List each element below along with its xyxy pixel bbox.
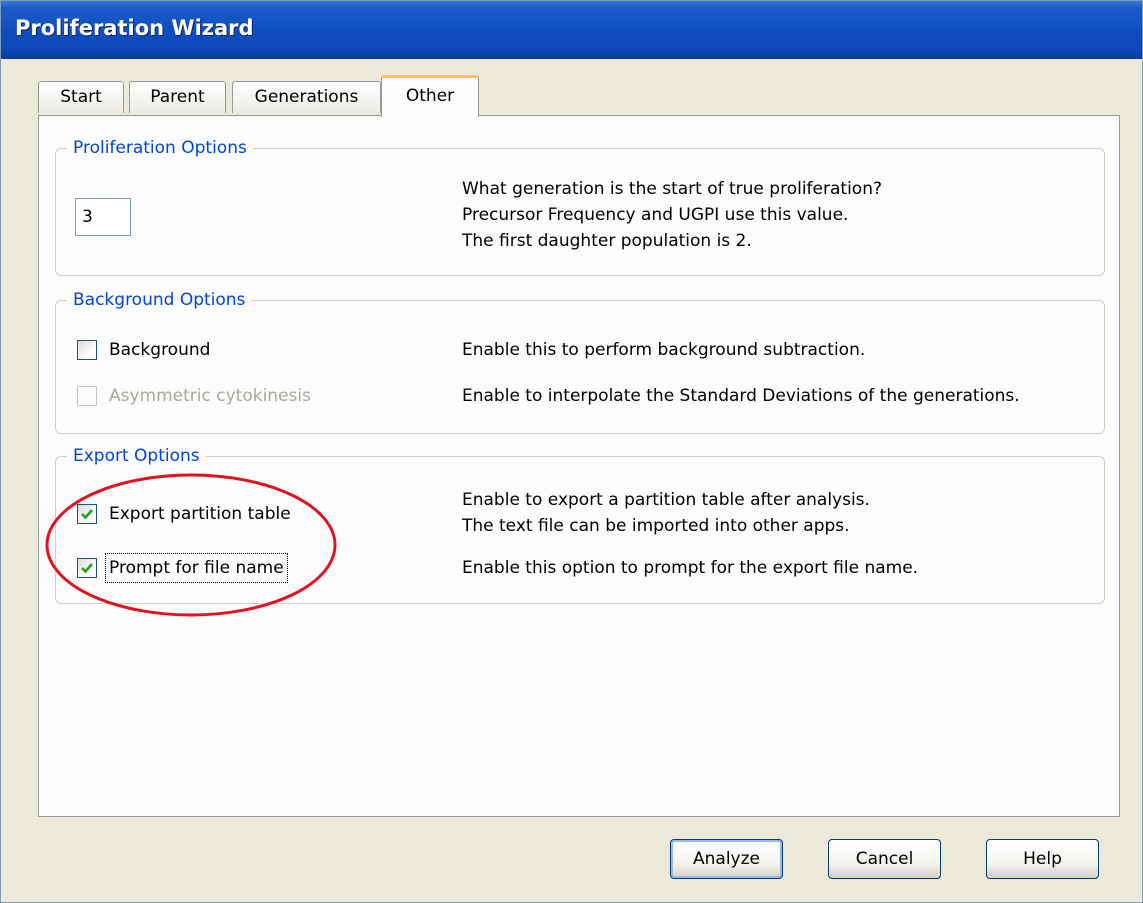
tab-other[interactable]: Other: [381, 75, 479, 117]
proliferation-wizard-window: Proliferation Wizard Start Parent Genera…: [0, 0, 1143, 903]
prompt-file-name-label[interactable]: Prompt for file name: [105, 553, 288, 583]
window-title: Proliferation Wizard: [15, 16, 254, 40]
proliferation-description-3: The first daughter population is 2.: [462, 231, 752, 251]
group-title: Proliferation Options: [67, 138, 253, 158]
checkmark-icon: [81, 563, 93, 574]
background-label[interactable]: Background: [109, 337, 210, 363]
start-generation-input[interactable]: [75, 198, 131, 236]
export-table-description-2: The text file can be imported into other…: [462, 516, 850, 536]
prompt-file-name-description: Enable this option to prompt for the exp…: [462, 558, 919, 578]
title-bar[interactable]: Proliferation Wizard: [1, 1, 1142, 59]
help-button[interactable]: Help: [986, 839, 1099, 879]
background-description: Enable this to perform background subtra…: [462, 340, 866, 360]
asymmetric-cytokinesis-description: Enable to interpolate the Standard Devia…: [462, 386, 1020, 406]
tab-start[interactable]: Start: [38, 81, 124, 113]
background-checkbox[interactable]: [77, 340, 97, 360]
prompt-file-name-checkbox[interactable]: [77, 558, 97, 578]
asymmetric-cytokinesis-label: Asymmetric cytokinesis: [109, 386, 311, 406]
tab-panel-other: Proliferation Options What generation is…: [38, 115, 1120, 817]
proliferation-description-2: Precursor Frequency and UGPI use this va…: [462, 205, 849, 225]
background-options-group: Background Options: [55, 290, 1105, 434]
tab-generations[interactable]: Generations: [232, 81, 381, 113]
asymmetric-cytokinesis-checkbox[interactable]: [77, 386, 97, 406]
proliferation-description-1: What generation is the start of true pro…: [462, 179, 882, 199]
export-table-description-1: Enable to export a partition table after…: [462, 490, 870, 510]
cancel-button[interactable]: Cancel: [828, 839, 941, 879]
tab-parent[interactable]: Parent: [129, 81, 226, 113]
group-title: Background Options: [67, 290, 252, 310]
analyze-button[interactable]: Analyze: [670, 839, 783, 879]
export-partition-table-checkbox[interactable]: [77, 504, 97, 524]
checkmark-icon: [81, 509, 93, 520]
group-title: Export Options: [67, 446, 206, 466]
export-partition-table-label[interactable]: Export partition table: [109, 501, 291, 527]
